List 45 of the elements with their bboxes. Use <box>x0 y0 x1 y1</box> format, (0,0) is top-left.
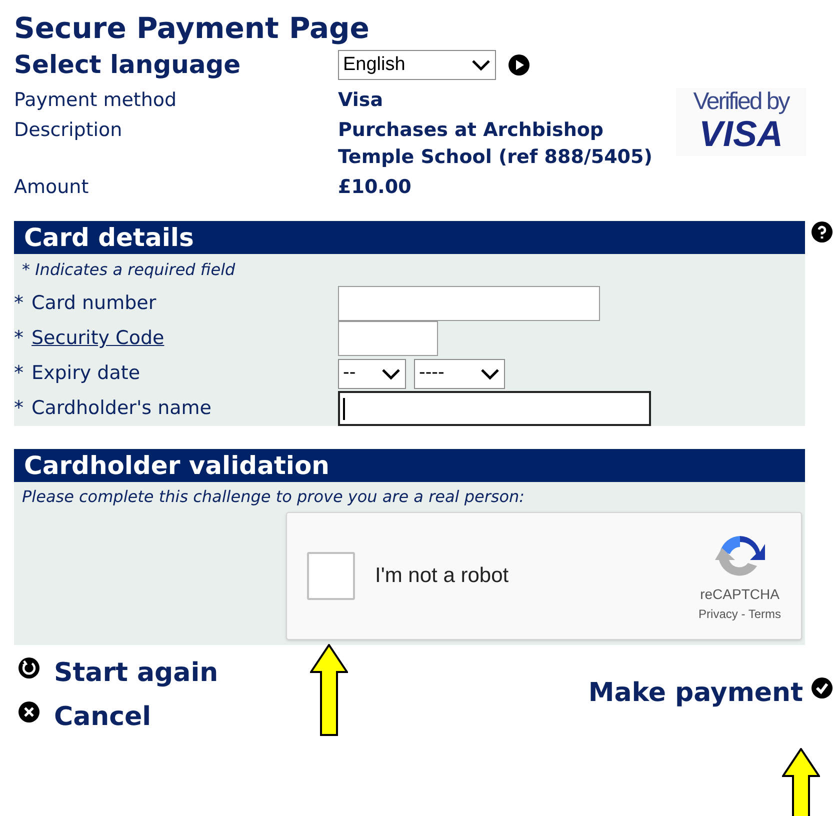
up-arrow <box>782 748 820 816</box>
make-payment-link[interactable]: Make payment <box>588 677 833 709</box>
language-label: Select language <box>14 49 242 82</box>
summary-label: Amount <box>14 175 90 200</box>
terms-link[interactable]: Terms <box>748 606 781 620</box>
chevron-icon <box>471 59 491 71</box>
required-marker: * <box>14 396 24 422</box>
field-label: Card number <box>32 291 156 316</box>
captcha-checkbox[interactable] <box>307 552 355 600</box>
summary-value: Visa <box>338 88 384 113</box>
page-title: Secure Payment Page <box>14 10 370 46</box>
play-icon <box>508 54 530 76</box>
field-label: Expiry date <box>32 361 140 386</box>
close-icon <box>18 701 40 723</box>
summary-value: Purchases at Archbishop Temple School (ref 888/5405) <box>338 118 654 170</box>
section-header: Card details <box>14 221 805 254</box>
text-input[interactable] <box>338 391 651 426</box>
text-input[interactable] <box>338 321 438 356</box>
section-header: Cardholder validation <box>14 449 805 482</box>
privacy-link[interactable]: Privacy <box>698 606 738 620</box>
text-input[interactable] <box>338 286 600 321</box>
validation-note: Please complete this challenge to prove you are a real person: <box>21 486 525 508</box>
chevron-icon <box>480 368 500 380</box>
month-select[interactable]: -- <box>338 358 406 388</box>
start-again-link[interactable]: Start again <box>18 657 218 689</box>
go-button[interactable] <box>508 54 530 76</box>
restart-icon <box>18 657 40 679</box>
required-note: * Indicates a required field <box>21 259 236 281</box>
language-select[interactable]: English <box>338 50 496 80</box>
summary-label: Payment method <box>14 88 178 113</box>
required-marker: * <box>14 361 24 386</box>
field-label: Cardholder's name <box>32 396 212 422</box>
verified-by-visa-logo: Verified by VISA <box>676 88 806 156</box>
summary-label: Description <box>14 118 124 143</box>
chevron-icon <box>381 368 401 380</box>
required-marker: * <box>14 326 24 352</box>
cancel-link[interactable]: Cancel <box>18 701 218 733</box>
year-select[interactable]: ---- <box>414 358 505 388</box>
required-marker: * <box>14 291 24 316</box>
text-cursor <box>343 398 345 420</box>
field-label-link[interactable]: Security Code <box>32 324 164 353</box>
link-separator: - <box>740 606 746 620</box>
summary-value: £10.00 <box>338 175 412 200</box>
captcha-label: I'm not a robot <box>375 563 509 590</box>
recaptcha-brand: reCAPTCHA <box>700 584 780 604</box>
